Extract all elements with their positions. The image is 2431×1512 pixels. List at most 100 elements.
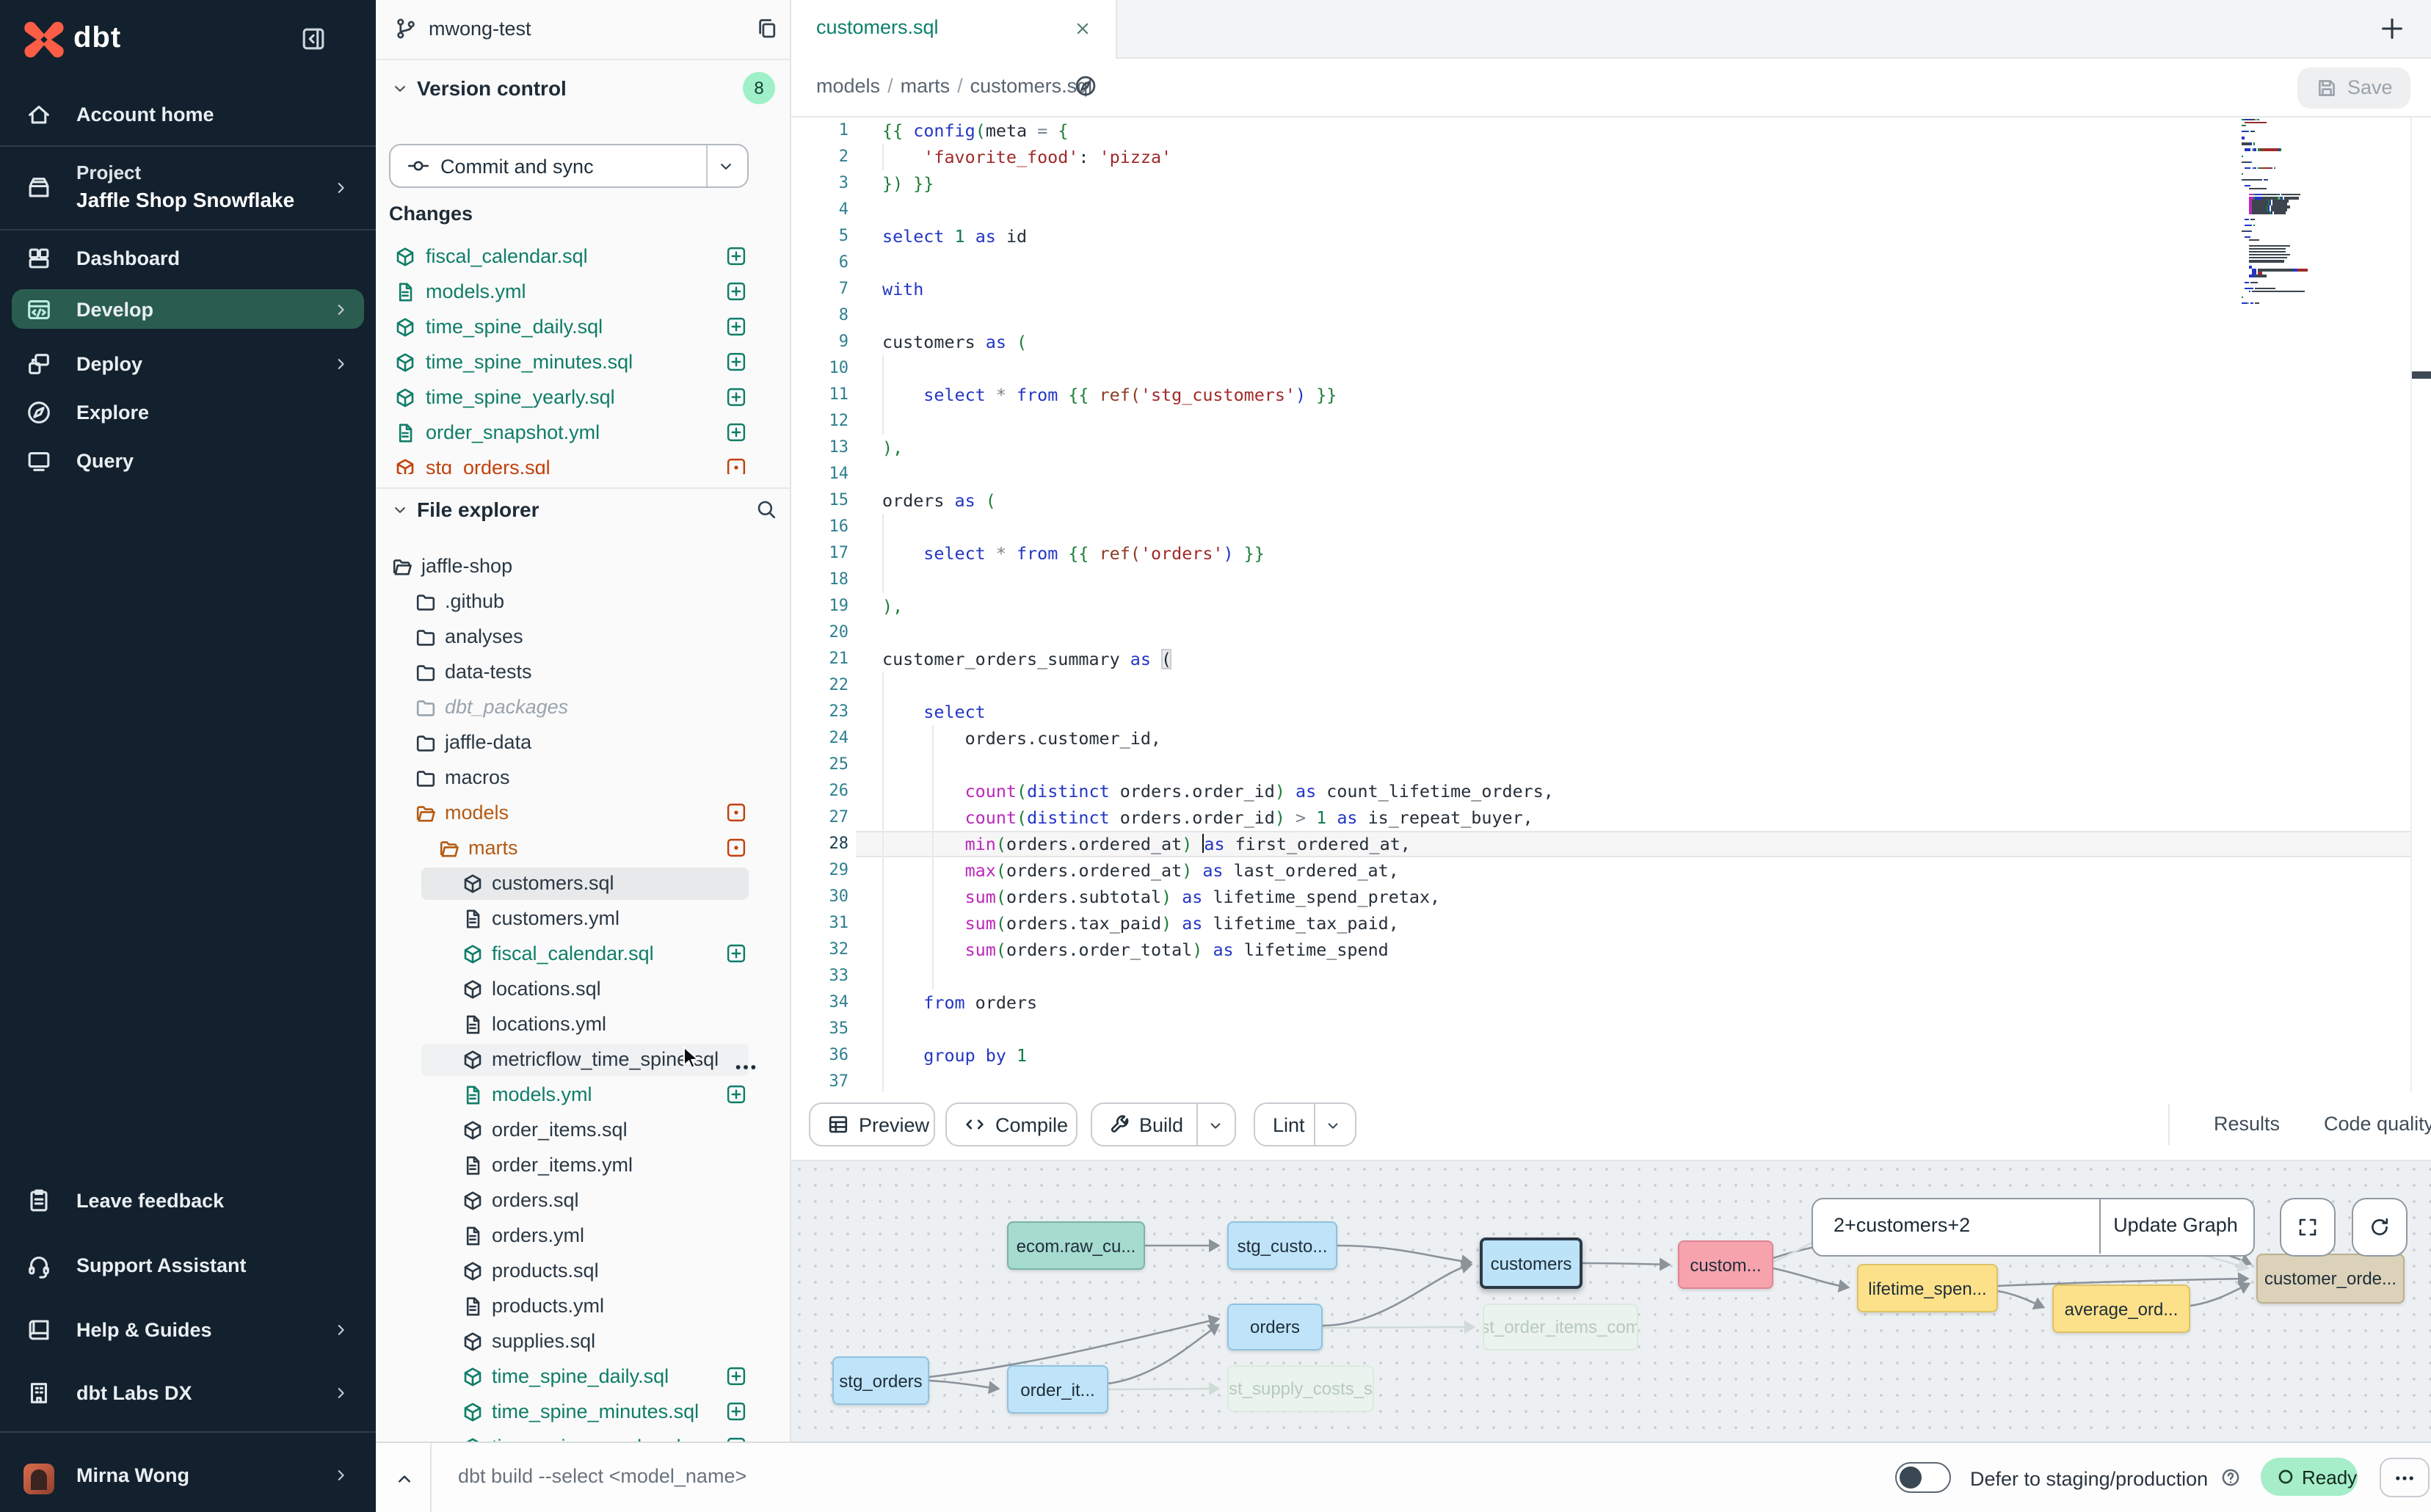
search-icon[interactable] (755, 498, 778, 521)
lineage-node-stg-orders[interactable]: stg_orders (832, 1356, 929, 1405)
save-button[interactable]: Save (2297, 68, 2410, 109)
tab-code-quality[interactable]: Code quality (2324, 1113, 2431, 1135)
sidebar-item-account-home[interactable]: Account home (0, 82, 376, 145)
tree-item-data-tests[interactable]: data-tests (376, 655, 791, 690)
tree-item-locations-yml[interactable]: locations.yml (376, 1007, 791, 1042)
chevron-down-icon[interactable] (390, 501, 410, 520)
chevron-down-icon[interactable] (716, 157, 735, 176)
tree-item-jaffle-shop[interactable]: jaffle-shop (376, 549, 791, 584)
breadcrumb-models[interactable]: models (816, 75, 880, 97)
lineage-node-stg-customers[interactable]: stg_custo... (1227, 1221, 1337, 1270)
build-button[interactable]: Build (1091, 1102, 1236, 1146)
change-row[interactable]: fiscal_calendar.sql (376, 239, 791, 275)
breadcrumb-marts[interactable]: marts (901, 75, 951, 97)
tree-item-products-yml[interactable]: products.yml (376, 1289, 791, 1324)
sidebar-item-develop[interactable]: Develop (12, 289, 364, 329)
scrollbar-cursor-marker[interactable] (2412, 371, 2431, 379)
update-graph-button[interactable]: Update Graph (2099, 1214, 2252, 1236)
lineage-node-customers-meta[interactable]: custom... (1678, 1240, 1773, 1289)
commit-and-sync-button[interactable]: Commit and sync (389, 144, 749, 188)
lineage-panel[interactable]: ecom.raw_cu... stg_custo... customers order… (791, 1161, 2431, 1443)
sidebar-item-dashboard[interactable]: Dashboard (0, 233, 376, 282)
tree-item-products-sql[interactable]: products.sql (376, 1254, 791, 1289)
lineage-node-ecom-raw-customers[interactable]: ecom.raw_cu... (1007, 1221, 1145, 1270)
stage-plus-icon[interactable] (725, 280, 747, 302)
sidebar-item-help-guides[interactable]: Help & Guides (0, 1305, 376, 1353)
tree-item-order-items-sql[interactable]: order_items.sql (376, 1113, 791, 1148)
sidebar-item-query[interactable]: Query (0, 436, 376, 484)
change-row[interactable]: order_snapshot.yml (376, 415, 791, 451)
tree-item-marts[interactable]: marts (376, 831, 791, 866)
tree-item--github[interactable]: .github (376, 584, 791, 619)
stage-plus-icon[interactable] (725, 1436, 747, 1442)
more-options-button[interactable] (2380, 1458, 2430, 1497)
tree-item-analyses[interactable]: analyses (376, 619, 791, 655)
tree-item-orders-yml[interactable]: orders.yml (376, 1218, 791, 1254)
tree-item-time-spine-minutes-sql[interactable]: time_spine_minutes.sql (376, 1395, 791, 1430)
fullscreen-button[interactable] (2280, 1198, 2336, 1257)
chevron-down-icon[interactable] (1207, 1117, 1224, 1135)
row-menu-icon[interactable] (733, 1054, 759, 1066)
tree-item-dbt-packages[interactable]: dbt_packages (376, 690, 791, 725)
minimap[interactable] (2242, 119, 2356, 305)
stage-plus-icon[interactable] (725, 1400, 747, 1422)
lineage-node-average-order[interactable]: average_ord... (2052, 1284, 2190, 1333)
lineage-node-test-supply-costs[interactable]: test_supply_costs_s... (1227, 1365, 1374, 1412)
stage-plus-icon[interactable] (725, 245, 747, 267)
lint-button[interactable]: Lint (1254, 1102, 1356, 1146)
help-circle-icon[interactable] (2220, 1466, 2242, 1489)
sidebar-item-dbt-labs-dx[interactable]: dbt Labs DX (0, 1368, 376, 1417)
stage-plus-icon[interactable] (725, 386, 747, 408)
lineage-node-customer-orders[interactable]: customer_orde... (2256, 1254, 2405, 1304)
close-icon[interactable] (1073, 19, 1092, 38)
tree-item-jaffle-data[interactable]: jaffle-data (376, 725, 791, 760)
sidebar-item-leave-feedback[interactable]: Leave feedback (0, 1176, 376, 1224)
tree-item-customers-sql[interactable]: customers.sql (376, 866, 791, 901)
lineage-node-orders[interactable]: orders (1227, 1304, 1323, 1351)
change-row[interactable]: models.yml (376, 275, 791, 310)
tree-item-locations-sql[interactable]: locations.sql (376, 972, 791, 1007)
modified-dot-icon[interactable] (725, 457, 747, 474)
lineage-node-order-items[interactable]: order_it... (1007, 1365, 1108, 1414)
tree-item-time-spine-yearly-sql[interactable]: time_spine_yearly.sql (376, 1430, 791, 1442)
tree-item-metricflow-time-spine-sql[interactable]: metricflow_time_spine.sql (376, 1042, 791, 1077)
compass-icon[interactable] (1073, 73, 1098, 98)
tree-item-macros[interactable]: macros (376, 760, 791, 796)
chevron-down-icon[interactable] (1324, 1117, 1342, 1135)
stage-plus-icon[interactable] (725, 421, 747, 443)
stage-plus-icon[interactable] (725, 942, 747, 964)
change-row[interactable]: time_spine_yearly.sql (376, 380, 791, 415)
chevron-down-icon[interactable] (390, 79, 410, 98)
sidebar-item-deploy[interactable]: Deploy (0, 339, 376, 388)
stage-plus-icon[interactable] (725, 1083, 747, 1105)
refresh-button[interactable] (2352, 1198, 2408, 1257)
lineage-node-customers[interactable]: customers (1480, 1237, 1582, 1289)
tree-item-fiscal-calendar-sql[interactable]: fiscal_calendar.sql (376, 937, 791, 972)
user-menu[interactable]: Mirna Wong (0, 1444, 376, 1506)
tree-item-order-items-yml[interactable]: order_items.yml (376, 1148, 791, 1183)
lineage-node-test-order-items[interactable]: test_order_items_com... (1483, 1304, 1638, 1351)
tab-results[interactable]: Results (2214, 1113, 2280, 1135)
code-editor[interactable]: 1{{ config(meta = {2 'favorite_food': 'p… (791, 117, 2431, 1092)
chevron-up-icon[interactable] (393, 1468, 415, 1490)
new-tab-icon[interactable] (2378, 15, 2406, 43)
tree-item-supplies-sql[interactable]: supplies.sql (376, 1324, 791, 1359)
tree-item-customers-yml[interactable]: customers.yml (376, 901, 791, 937)
tree-item-orders-sql[interactable]: orders.sql (376, 1183, 791, 1218)
stage-plus-icon[interactable] (725, 1365, 747, 1387)
sidebar-item-explore[interactable]: Explore (0, 388, 376, 436)
defer-toggle[interactable] (1895, 1462, 1951, 1493)
change-row[interactable]: time_spine_daily.sql (376, 310, 791, 345)
tree-item-models[interactable]: models (376, 796, 791, 831)
tree-item-time-spine-daily-sql[interactable]: time_spine_daily.sql (376, 1359, 791, 1395)
sidebar-collapse-icon[interactable] (299, 25, 327, 53)
sidebar-item-project[interactable]: ProjectJaffle Shop Snowflake (0, 147, 376, 228)
change-row[interactable]: stg_orders.sql (376, 451, 791, 474)
tab-customers-sql[interactable]: customers.sql (791, 0, 1117, 59)
command-input[interactable]: dbt build --select <model_name> (458, 1465, 746, 1487)
lineage-node-lifetime-spend[interactable]: lifetime_spen... (1857, 1264, 1998, 1312)
change-row[interactable]: time_spine_minutes.sql (376, 345, 791, 380)
copy-icon[interactable] (755, 16, 780, 41)
stage-plus-icon[interactable] (725, 316, 747, 338)
lineage-selector-input[interactable]: 2+customers+2Update Graph (1812, 1198, 2255, 1257)
